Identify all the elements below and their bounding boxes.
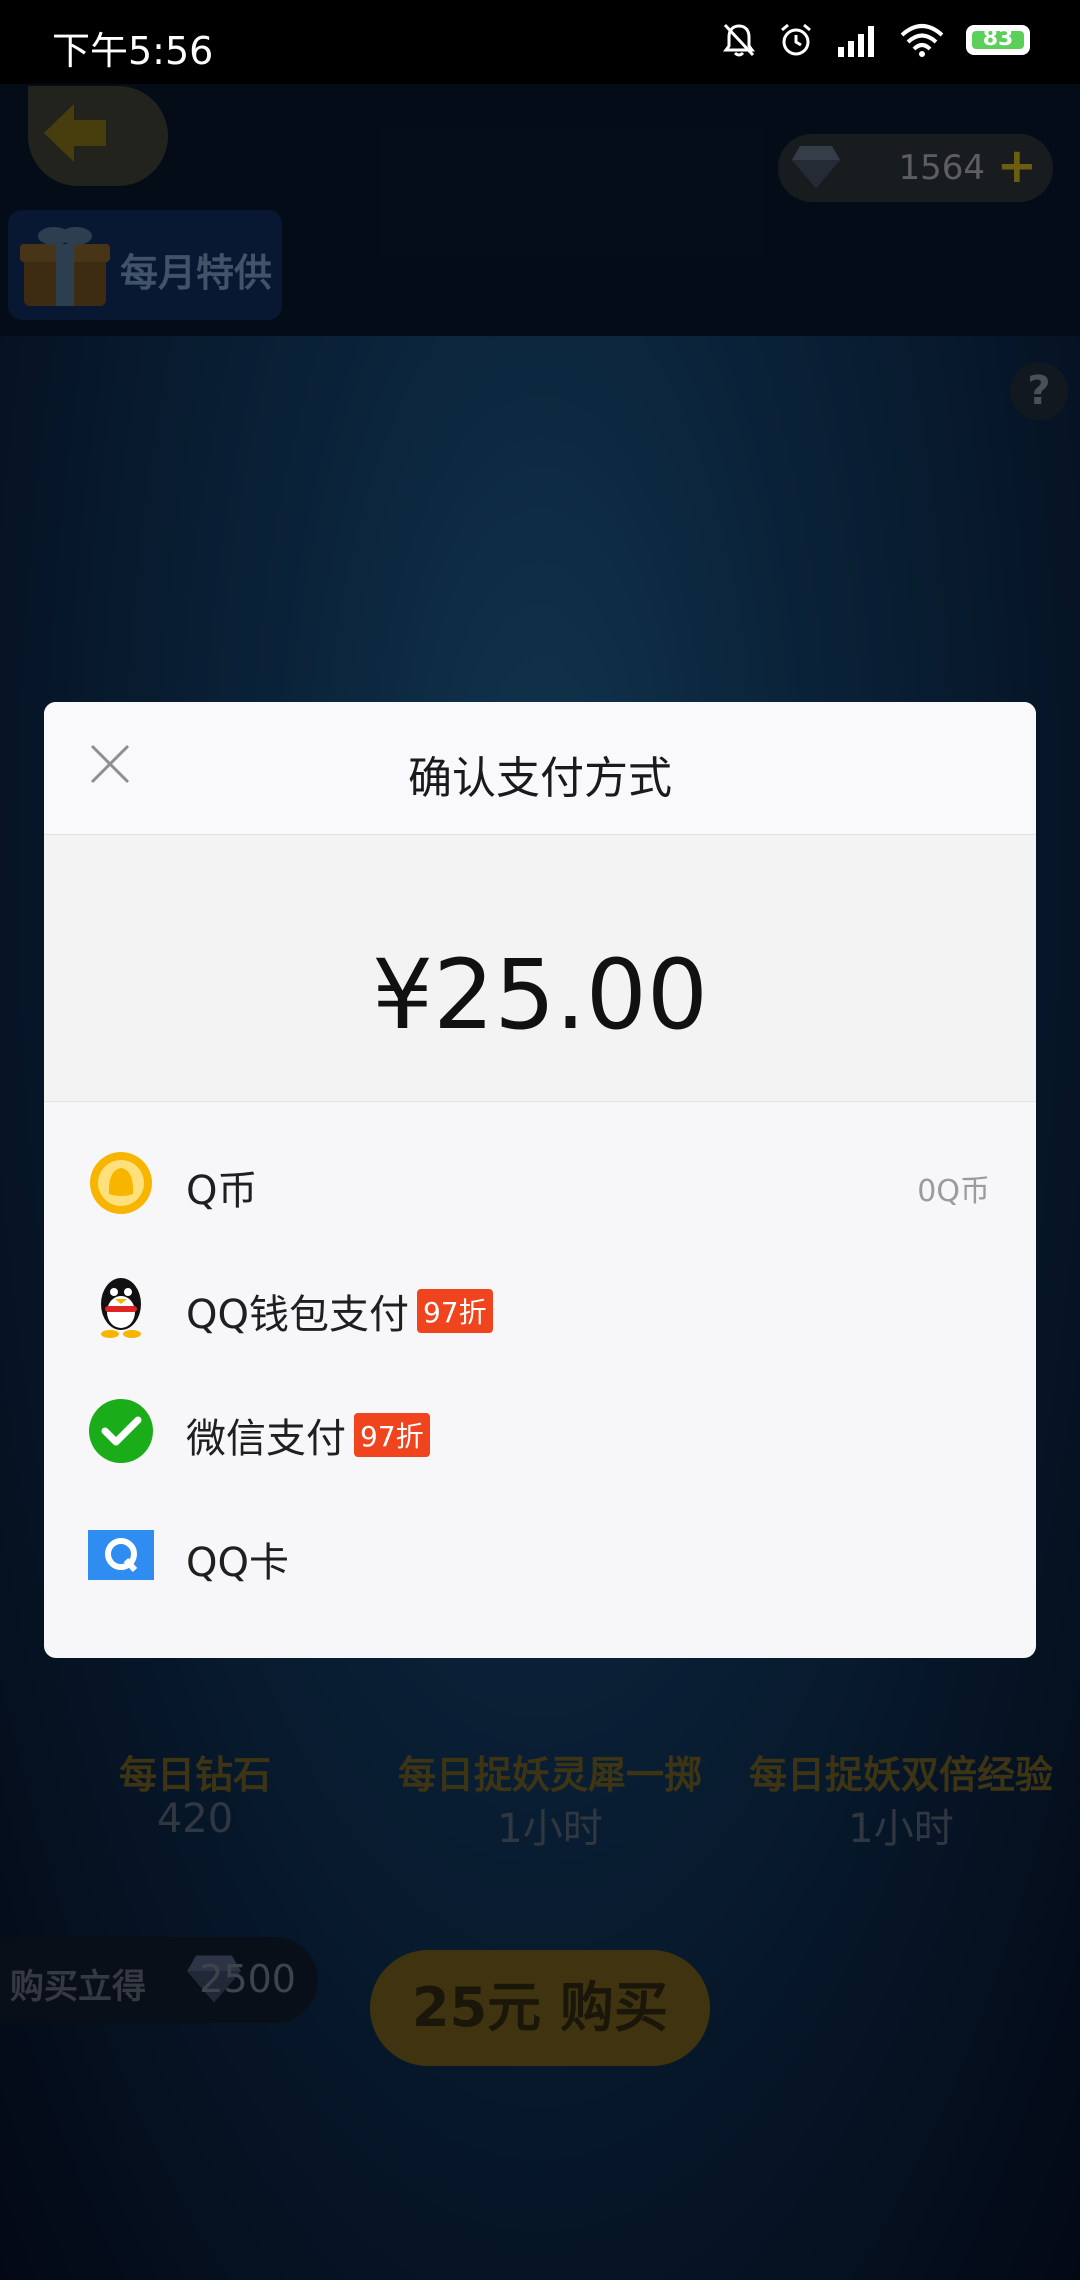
payment-method-label: 微信支付 97折 — [186, 1406, 430, 1464]
wechat-label: 微信支付 — [186, 1416, 346, 1462]
status-icons: 83 — [722, 22, 1030, 58]
payment-method-qcoin[interactable]: Q币 0Q币 — [44, 1122, 1036, 1246]
alarm-icon — [781, 23, 811, 56]
payment-method-wechat[interactable]: 微信支付 97折 — [44, 1370, 1036, 1494]
qcoin-balance: 0Q币 — [917, 1174, 990, 1209]
payment-method-qq-wallet[interactable]: QQ钱包支付 97折 — [44, 1246, 1036, 1370]
wechat-icon — [89, 1399, 153, 1463]
qq-wallet-label: QQ钱包支付 — [186, 1292, 409, 1338]
discount-badge: 97折 — [416, 1289, 493, 1333]
battery-icon: 83 — [966, 25, 1030, 55]
payment-method-label: Q币 — [186, 1168, 258, 1214]
payment-method-qq-card[interactable]: QQ卡 — [44, 1494, 1036, 1618]
dialog-title: 确认支付方式 — [408, 753, 672, 804]
discount-badge: 97折 — [354, 1413, 430, 1457]
qcoin-icon — [90, 1152, 152, 1214]
qq-penguin-icon — [101, 1278, 141, 1338]
signal-icon — [838, 26, 874, 57]
battery-level: 83 — [982, 26, 1014, 51]
mute-bell-icon — [723, 23, 755, 57]
payment-method-label: QQ钱包支付 97折 — [186, 1282, 493, 1340]
payment-amount: ¥25.00 — [372, 939, 708, 1051]
status-bar: 下午5:56 83 — [0, 0, 1080, 84]
qq-card-icon — [88, 1530, 154, 1580]
status-time: 下午5:56 — [52, 29, 214, 73]
amount-section: ¥25.00 — [44, 835, 1036, 1102]
wifi-icon — [900, 24, 944, 57]
payment-dialog: 确认支付方式 ¥25.00 Q币 0Q币 QQ钱包支付 97折 微信支付 97折… — [44, 702, 1036, 1658]
payment-method-label: QQ卡 — [186, 1540, 289, 1586]
dialog-header: 确认支付方式 — [44, 702, 1036, 835]
